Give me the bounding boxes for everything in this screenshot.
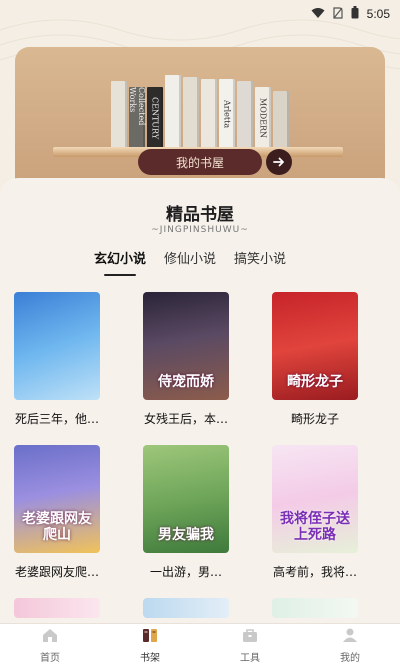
book-card-partial[interactable] (14, 598, 100, 618)
book-card[interactable]: 畸形龙子 畸形龙子 (272, 292, 358, 426)
book-cover[interactable] (143, 598, 229, 618)
nav-profile[interactable]: 我的 (300, 624, 400, 666)
book-title[interactable]: 死后三年，他… (0, 410, 114, 427)
cover-title: 侍宠而娇 (158, 373, 214, 390)
book-card-partial[interactable] (272, 598, 358, 618)
book-spine-text: Collected Works (128, 87, 146, 126)
book-cover[interactable]: 畸形龙子 (272, 292, 358, 400)
book-spine-text: MODERN (258, 97, 268, 139)
tab-xuanhuan[interactable]: 玄幻小说 (94, 248, 146, 276)
decorative-book (111, 81, 127, 149)
user-icon (341, 627, 359, 647)
status-time: 5:05 (366, 6, 390, 21)
decorative-book: Arletta (219, 79, 235, 149)
decorative-books: Collected Works CENTURY Arletta MODERN (111, 75, 289, 149)
nav-profile-label: 我的 (340, 652, 360, 664)
decorative-book: CENTURY (147, 87, 163, 149)
book-spine-text: CENTURY (150, 96, 160, 140)
decorative-book (165, 75, 181, 149)
nav-bookshelf-label: 书架 (140, 652, 160, 664)
book-card-partial[interactable] (143, 598, 229, 618)
cover-title: 畸形龙子 (287, 373, 343, 390)
tab-xiuxian[interactable]: 修仙小说 (164, 248, 216, 272)
book-card[interactable]: 男友骗我 一出游，男… (143, 445, 229, 579)
book-cover[interactable] (272, 598, 358, 618)
book-card[interactable]: 死后三年，他… (14, 292, 100, 426)
book-title[interactable]: 老婆跟网友爬… (0, 563, 114, 580)
decorative-book (237, 81, 253, 149)
book-spine-text: Arletta (222, 99, 232, 129)
my-bookshelf-arrow-button[interactable] (266, 149, 292, 175)
no-sim-icon (333, 4, 343, 23)
book-cover[interactable]: 男友骗我 (143, 445, 229, 553)
book-cover[interactable] (14, 292, 100, 400)
category-tabs: 玄幻小说 修仙小说 搞笑小说 (94, 248, 286, 276)
book-cover[interactable]: 老婆跟网友爬山 (14, 445, 100, 553)
book-card[interactable]: 侍宠而娇 女残王后，本… (143, 292, 229, 426)
panel-subtitle: ~JINGPINSHUWU~ (151, 225, 249, 235)
nav-home-label: 首页 (40, 652, 60, 664)
wifi-icon (311, 4, 325, 23)
tab-gaoxiao[interactable]: 搞笑小说 (234, 248, 286, 272)
toolbox-icon (241, 627, 259, 647)
bookshelf-icon (141, 627, 159, 647)
nav-home[interactable]: 首页 (0, 624, 100, 666)
decorative-book: MODERN (255, 87, 271, 149)
book-card[interactable]: 老婆跟网友爬山 老婆跟网友爬… (14, 445, 100, 579)
battery-icon (351, 4, 359, 23)
decorative-book (183, 77, 199, 149)
nav-tools[interactable]: 工具 (200, 624, 300, 666)
bottom-navigation: 首页 书架 工具 我的 (0, 623, 400, 666)
status-bar: 5:05 (0, 0, 400, 26)
nav-bookshelf[interactable]: 书架 (100, 624, 200, 666)
arrow-right-icon (273, 153, 285, 172)
book-title[interactable]: 一出游，男… (129, 563, 243, 580)
decorative-book (273, 91, 289, 149)
book-cover[interactable]: 侍宠而娇 (143, 292, 229, 400)
cover-title: 我将侄子送上死路 (280, 511, 350, 543)
my-bookshelf-button[interactable]: 我的书屋 (138, 149, 262, 175)
decorative-book: Collected Works (128, 87, 146, 149)
decorative-book (201, 79, 217, 149)
cover-title: 男友骗我 (158, 526, 214, 543)
book-title[interactable]: 畸形龙子 (258, 410, 372, 427)
book-title[interactable]: 高考前，我将… (258, 563, 372, 580)
home-icon (41, 627, 59, 647)
book-cover[interactable]: 我将侄子送上死路 (272, 445, 358, 553)
book-card[interactable]: 我将侄子送上死路 高考前，我将… (272, 445, 358, 579)
book-cover[interactable] (14, 598, 100, 618)
nav-tools-label: 工具 (240, 652, 260, 664)
featured-books-panel: 精品书屋 ~JINGPINSHUWU~ 玄幻小说 修仙小说 搞笑小说 死后三年，… (0, 178, 400, 623)
panel-title: 精品书屋 (166, 205, 234, 225)
book-title[interactable]: 女残王后，本… (129, 410, 243, 427)
cover-title: 老婆跟网友爬山 (22, 511, 92, 543)
